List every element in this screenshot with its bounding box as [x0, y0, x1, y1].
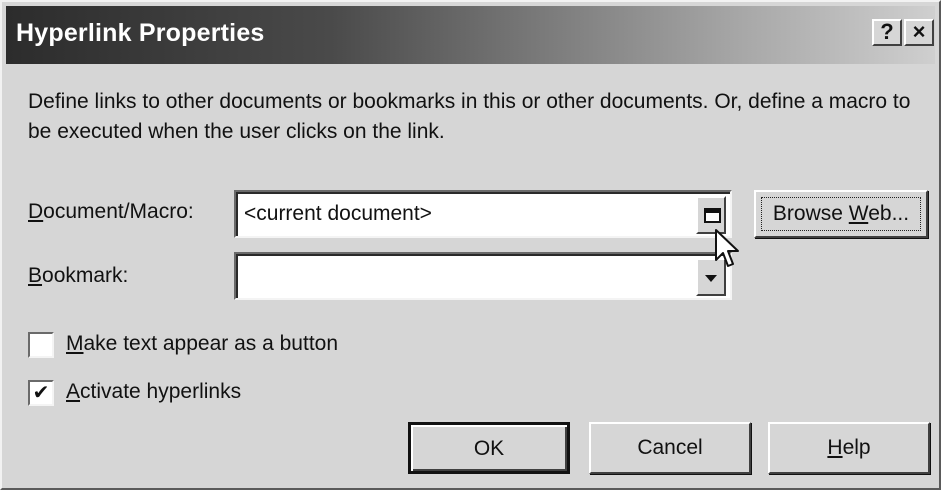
- help-button-rest: elp: [842, 436, 871, 459]
- bookmark-label: Bookmark:: [28, 264, 128, 288]
- browse-web-button[interactable]: Browse Web...: [754, 190, 928, 238]
- document-macro-label-rest: ocument/Macro:: [43, 200, 194, 223]
- bookmark-label-rest: ookmark:: [42, 264, 129, 287]
- title-bar[interactable]: Hyperlink Properties ? ×: [6, 6, 935, 64]
- document-macro-combobox[interactable]: <current document>: [234, 190, 732, 238]
- bookmark-combobox[interactable]: [234, 252, 732, 300]
- make-text-button-checkbox[interactable]: [28, 332, 54, 358]
- make-text-button-mnemonic: M: [66, 332, 84, 355]
- mouse-pointer-icon: [715, 229, 739, 267]
- ok-button[interactable]: OK: [408, 422, 570, 474]
- document-macro-input[interactable]: <current document>: [244, 202, 432, 226]
- activate-hyperlinks-mnemonic: A: [66, 380, 81, 403]
- make-text-button-rest: ake text appear as a button: [83, 332, 339, 355]
- context-help-button[interactable]: ?: [872, 19, 902, 46]
- activate-hyperlinks-checkbox[interactable]: ✔: [28, 380, 54, 406]
- activate-hyperlinks-rest: ctivate hyperlinks: [80, 380, 242, 403]
- document-picker-icon: [704, 208, 721, 223]
- document-macro-label-mnemonic: D: [28, 200, 44, 223]
- help-button[interactable]: Help: [768, 422, 930, 474]
- help-button-mnemonic: H: [827, 436, 843, 459]
- chevron-down-icon: [705, 275, 717, 282]
- document-macro-label: Document/Macro:: [28, 200, 194, 224]
- activate-hyperlinks-label[interactable]: Activate hyperlinks: [66, 380, 241, 404]
- focus-rectangle: [761, 197, 921, 231]
- description-text: Define links to other documents or bookm…: [28, 90, 911, 143]
- cancel-button[interactable]: Cancel: [589, 422, 751, 474]
- close-button[interactable]: ×: [904, 19, 934, 46]
- hyperlink-properties-dialog: Hyperlink Properties ? × Define links to…: [0, 0, 941, 490]
- window-title: Hyperlink Properties: [16, 19, 265, 47]
- make-text-button-label[interactable]: Make text appear as a button: [66, 332, 338, 356]
- bookmark-label-mnemonic: B: [28, 264, 43, 287]
